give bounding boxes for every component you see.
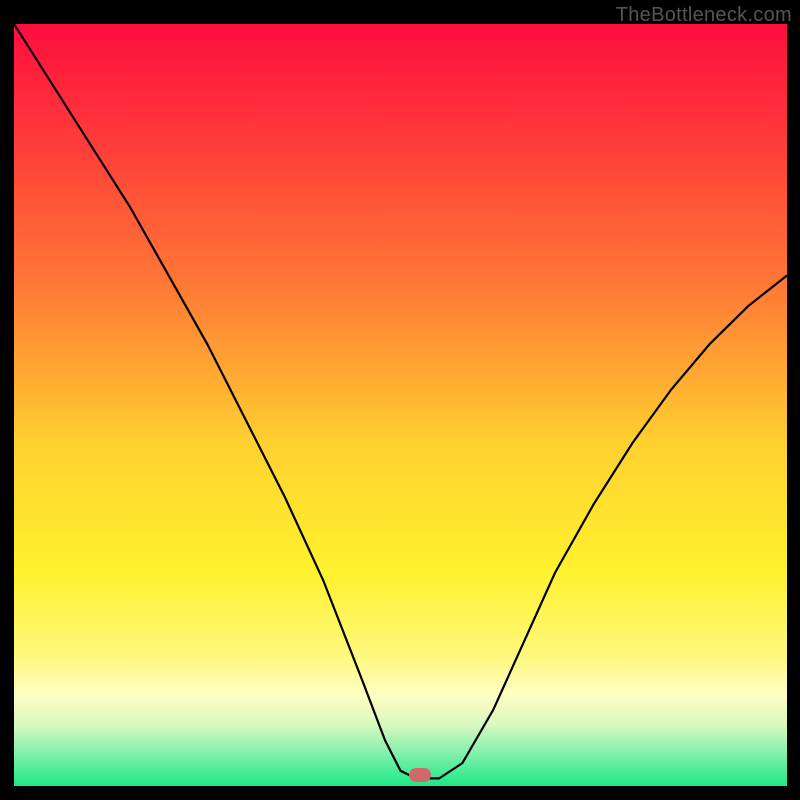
chart-frame: TheBottleneck.com (0, 0, 800, 800)
plot-area (14, 24, 787, 786)
watermark-text: TheBottleneck.com (616, 4, 792, 27)
chart-svg (14, 24, 787, 786)
optimal-point-marker (409, 768, 431, 782)
chart-background (14, 24, 787, 786)
